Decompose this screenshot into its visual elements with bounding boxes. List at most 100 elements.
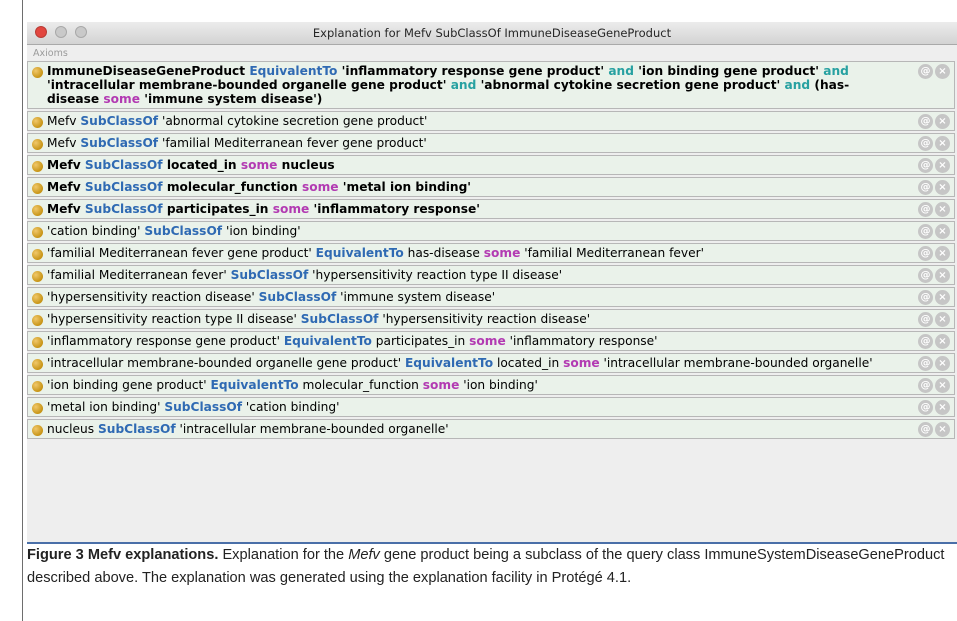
axiom-keyword: some <box>483 246 521 260</box>
axiom-term: 'inflammatory response' <box>505 334 658 348</box>
axiom-controls: @ × <box>916 158 950 174</box>
axiom-term: 'familial Mediterranean fever' <box>47 268 231 282</box>
axiom-term: 'familial Mediterranean fever gene produ… <box>47 246 316 260</box>
delete-icon[interactable]: × <box>935 400 950 415</box>
delete-icon[interactable]: × <box>935 180 950 195</box>
delete-icon[interactable]: × <box>935 312 950 327</box>
axiom-text: 'inflammatory response gene product' Equ… <box>47 334 658 348</box>
annotate-icon[interactable]: @ <box>918 64 933 79</box>
axiom-row[interactable]: 'ion binding gene product' EquivalentTo … <box>27 375 955 395</box>
delete-icon[interactable]: × <box>935 64 950 79</box>
delete-icon[interactable]: × <box>935 158 950 173</box>
axiom-bullet-icon <box>32 249 43 260</box>
axiom-term: 'ion binding' <box>459 378 538 392</box>
axiom-row[interactable]: 'hypersensitivity reaction type II disea… <box>27 309 955 329</box>
axiom-controls: @ × <box>916 224 950 240</box>
axiom-keyword: some <box>563 356 600 370</box>
delete-icon[interactable]: × <box>935 422 950 437</box>
delete-icon[interactable]: × <box>935 202 950 217</box>
annotate-icon[interactable]: @ <box>918 158 933 173</box>
figure-caption: Figure 3 Mefv explanations. Explanation … <box>27 544 952 589</box>
axiom-text: 'familial Mediterranean fever' SubClassO… <box>47 268 562 282</box>
axiom-term: 'inflammatory response' <box>309 202 480 216</box>
axiom-controls: @ × <box>916 378 950 394</box>
axiom-row[interactable]: Mefv SubClassOf participates_in some 'in… <box>27 199 955 219</box>
axiom-bullet-icon <box>32 403 43 414</box>
caption-text-1: Explanation for the <box>218 547 349 563</box>
axiom-row[interactable]: Mefv SubClassOf molecular_function some … <box>27 177 955 197</box>
annotate-icon[interactable]: @ <box>918 378 933 393</box>
delete-icon[interactable]: × <box>935 378 950 393</box>
axiom-row[interactable]: 'familial Mediterranean fever' SubClassO… <box>27 265 955 285</box>
axiom-bullet-icon <box>32 205 43 216</box>
annotate-icon[interactable]: @ <box>918 400 933 415</box>
axiom-term: 'hypersensitivity reaction disease' <box>47 290 259 304</box>
axiom-term: Mefv <box>47 114 81 128</box>
delete-icon[interactable]: × <box>935 268 950 283</box>
axiom-row[interactable]: Mefv SubClassOf 'familial Mediterranean … <box>27 133 955 153</box>
annotate-icon[interactable]: @ <box>918 422 933 437</box>
axiom-term: 'inflammatory response gene product' <box>47 334 284 348</box>
axiom-row[interactable]: Mefv SubClassOf located_in some nucleus @… <box>27 155 955 175</box>
axiom-term: 'hypersensitivity reaction type II disea… <box>308 268 563 282</box>
axiom-row[interactable]: 'metal ion binding' SubClassOf 'cation b… <box>27 397 955 417</box>
axiom-keyword: EquivalentTo <box>210 378 299 392</box>
axiom-row[interactable]: 'intracellular membrane-bounded organell… <box>27 353 955 373</box>
delete-icon[interactable]: × <box>935 334 950 349</box>
axiom-controls: @ × <box>916 422 950 438</box>
annotate-icon[interactable]: @ <box>918 356 933 371</box>
axiom-term: 'intracellular membrane-bounded organell… <box>47 356 405 370</box>
axiom-bullet-icon <box>32 183 43 194</box>
axiom-keyword: some <box>301 180 339 194</box>
axiom-row[interactable]: 'hypersensitivity reaction disease' SubC… <box>27 287 955 307</box>
title-bar[interactable]: Explanation for Mefv SubClassOf ImmuneDi… <box>27 22 957 45</box>
axiom-controls: @ × <box>916 64 950 80</box>
annotate-icon[interactable]: @ <box>918 136 933 151</box>
axiom-row[interactable]: 'cation binding' SubClassOf 'ion binding… <box>27 221 955 241</box>
annotate-icon[interactable]: @ <box>918 312 933 327</box>
axiom-text: ImmuneDiseaseGeneProduct EquivalentTo 'i… <box>47 64 849 106</box>
axiom-row[interactable]: Mefv SubClassOf 'abnormal cytokine secre… <box>27 111 955 131</box>
annotate-icon[interactable]: @ <box>918 202 933 217</box>
axioms-section-label: Axioms <box>33 48 68 59</box>
delete-icon[interactable]: × <box>935 136 950 151</box>
axiom-row[interactable]: 'inflammatory response gene product' Equ… <box>27 331 955 351</box>
delete-icon[interactable]: × <box>935 224 950 239</box>
delete-icon[interactable]: × <box>935 356 950 371</box>
axiom-row[interactable]: nucleus SubClassOf 'intracellular membra… <box>27 419 955 439</box>
annotate-icon[interactable]: @ <box>918 224 933 239</box>
delete-icon[interactable]: × <box>935 290 950 305</box>
axiom-term: Mefv <box>47 180 85 194</box>
axiom-term: Mefv <box>47 158 85 172</box>
axiom-bullet-icon <box>32 67 43 78</box>
axiom-bullet-icon <box>32 293 43 304</box>
axiom-keyword: SubClassOf <box>84 180 163 194</box>
delete-icon[interactable]: × <box>935 114 950 129</box>
annotate-icon[interactable]: @ <box>918 268 933 283</box>
axiom-controls: @ × <box>916 180 950 196</box>
axiom-keyword: EquivalentTo <box>315 246 404 260</box>
annotate-icon[interactable]: @ <box>918 246 933 261</box>
delete-icon[interactable]: × <box>935 246 950 261</box>
axiom-term: 'intracellular membrane-bounded organell… <box>175 422 449 436</box>
axiom-text: 'intracellular membrane-bounded organell… <box>47 356 873 370</box>
axiom-controls: @ × <box>916 334 950 350</box>
axiom-term: nucleus <box>277 158 335 172</box>
axiom-keyword: SubClassOf <box>84 202 163 216</box>
axiom-bullet-icon <box>32 359 43 370</box>
axiom-row[interactable]: ImmuneDiseaseGeneProduct EquivalentTo 'i… <box>27 61 955 109</box>
axiom-controls: @ × <box>916 136 950 152</box>
annotate-icon[interactable]: @ <box>918 290 933 305</box>
axiom-list: ImmuneDiseaseGeneProduct EquivalentTo 'i… <box>27 61 957 439</box>
axiom-term: 'cation binding' <box>242 400 340 414</box>
axiom-term: located_in <box>162 158 241 172</box>
axiom-text: Mefv SubClassOf 'familial Mediterranean … <box>47 136 427 150</box>
axiom-term: located_in <box>493 356 564 370</box>
axiom-term: 'familial Mediterranean fever' <box>520 246 704 260</box>
axiom-bullet-icon <box>32 117 43 128</box>
axiom-term: 'intracellular membrane-bounded organell… <box>599 356 873 370</box>
annotate-icon[interactable]: @ <box>918 114 933 129</box>
axiom-row[interactable]: 'familial Mediterranean fever gene produ… <box>27 243 955 263</box>
annotate-icon[interactable]: @ <box>918 334 933 349</box>
annotate-icon[interactable]: @ <box>918 180 933 195</box>
